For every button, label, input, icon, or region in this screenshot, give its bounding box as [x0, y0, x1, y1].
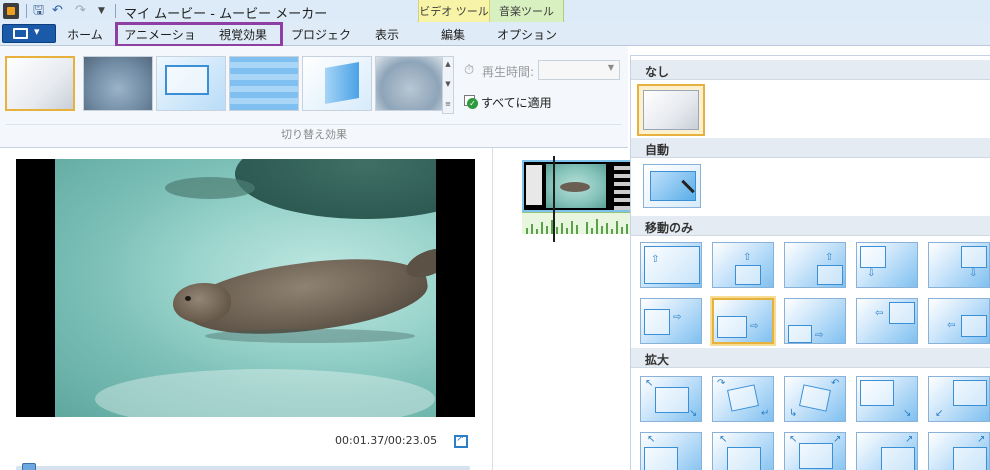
section-label: 自動: [645, 143, 670, 157]
chevron-down-icon: ▾: [34, 25, 40, 38]
window-title: マイ ムービー - ムービー メーカー: [124, 7, 328, 22]
ribbon-group-label: 切り替え効果: [281, 128, 347, 141]
video-clip[interactable]: [522, 160, 632, 212]
section-label: なし: [645, 65, 670, 79]
effect-pan-right[interactable]: ⇨: [640, 298, 702, 344]
gallery-scrollbar[interactable]: ▲ ▼ ≡: [442, 56, 454, 114]
effect-zoom-out-top-left[interactable]: ↖ ↗: [784, 432, 846, 470]
effect-pan-up-left[interactable]: ⇧: [712, 242, 774, 288]
fullscreen-icon[interactable]: [454, 433, 468, 448]
playhead[interactable]: [553, 156, 555, 242]
title-bar: 🖫 ↶ ↷ ▼ マイ ムービー - ムービー メーカー ビデオ ツール 音楽ツー…: [0, 0, 990, 22]
seek-bar[interactable]: [16, 466, 470, 470]
video-frame-image: [55, 159, 436, 417]
clip-thumbnail-subject: [560, 182, 590, 192]
effects-gallery-panel: なし 自動 移動のみ ⇧ ⇧ ⇧ ⇩ ⇩ ⇨ ⇨ ⇨ ⇦ ⇦ 拡大 ↖ ↘ ↷ …: [630, 55, 990, 470]
effect-zoom-in-bottom-left[interactable]: ↖: [640, 432, 702, 470]
apply-all-icon[interactable]: [464, 95, 478, 109]
apply-all-button[interactable]: すべてに適用: [481, 94, 552, 111]
section-header-auto: 自動: [631, 138, 990, 158]
context-band-music-tools: 音楽ツール: [490, 0, 564, 22]
section-label: 拡大: [645, 353, 670, 367]
audio-waveform[interactable]: [522, 212, 632, 234]
divider: [6, 124, 622, 125]
transition-none-thumb[interactable]: [5, 56, 75, 111]
transition-dissolve-thumb[interactable]: [375, 56, 445, 111]
scroll-down-icon[interactable]: ▼: [443, 77, 453, 91]
effect-pan-up[interactable]: ⇧: [640, 242, 702, 288]
separator: [26, 4, 27, 18]
separator: [115, 4, 116, 18]
effect-pan-left-down[interactable]: ⇦: [928, 298, 990, 344]
effect-pan-left[interactable]: ⇦: [856, 298, 918, 344]
menu-icon: [13, 28, 28, 39]
effect-zoom-in-top-left[interactable]: ↘: [856, 376, 918, 422]
scroll-up-icon[interactable]: ▲: [443, 57, 453, 71]
effect-zoom-rotate-left[interactable]: ↶ ↳: [784, 376, 846, 422]
undo-icon[interactable]: ↶: [52, 3, 63, 19]
save-icon[interactable]: 🖫: [33, 3, 44, 19]
effect-zoom-in-top-right[interactable]: ↙: [928, 376, 990, 422]
ribbon-tab-row: ▾ ホーム アニメーション 視覚効果 プロジェクト 表示 編集 オプション: [0, 22, 990, 59]
section-header-pan-only: 移動のみ: [631, 216, 990, 236]
transition-mosaic-thumb[interactable]: [229, 56, 299, 111]
effect-pan-right-selected[interactable]: ⇨: [712, 298, 774, 344]
gallery-more-icon[interactable]: ≡: [443, 97, 453, 111]
effect-pan-down-right[interactable]: ⇩: [928, 242, 990, 288]
effect-zoom-in[interactable]: ↖ ↘: [640, 376, 702, 422]
app-icon[interactable]: [3, 3, 19, 19]
section-label: 移動のみ: [645, 221, 694, 235]
tab-highlight-annotation: [115, 22, 283, 47]
redo-icon[interactable]: ↷: [75, 3, 86, 19]
context-band-video-tools: ビデオ ツール: [418, 0, 490, 22]
dropdown-arrow-icon[interactable]: ▼: [98, 3, 105, 19]
video-preview[interactable]: [16, 159, 475, 417]
movie-maker-window: 🖫 ↶ ↷ ▼ マイ ムービー - ムービー メーカー ビデオ ツール 音楽ツー…: [0, 0, 990, 470]
effect-zoom-out-top-right[interactable]: ↗: [856, 432, 918, 470]
effect-zoom-in-bottom[interactable]: ↖: [712, 432, 774, 470]
tab-view[interactable]: 表示: [364, 26, 410, 46]
transition-flip-thumb[interactable]: [302, 56, 372, 111]
section-header-zoom: 拡大: [631, 348, 990, 368]
effect-pan-right-down[interactable]: ⇨: [784, 298, 846, 344]
tab-home[interactable]: ホーム: [62, 26, 108, 46]
duration-dropdown[interactable]: ▼: [538, 60, 620, 80]
tab-project[interactable]: プロジェクト: [290, 26, 352, 59]
seek-thumb[interactable]: [22, 463, 36, 470]
effect-pan-up-right[interactable]: ⇧: [784, 242, 846, 288]
transition-zoom-thumb[interactable]: [156, 56, 226, 111]
effect-zoom-rotate-right[interactable]: ↷ ↵: [712, 376, 774, 422]
preview-pane: 00:01.37/00:23.05: [0, 148, 492, 470]
tab-options[interactable]: オプション: [496, 26, 558, 46]
effect-none[interactable]: [637, 84, 705, 136]
transition-crossfade-thumb[interactable]: [83, 56, 153, 111]
duration-label: 再生時間:: [482, 65, 535, 79]
effect-pan-down[interactable]: ⇩: [856, 242, 918, 288]
tab-edit[interactable]: 編集: [422, 26, 484, 46]
file-menu-button[interactable]: ▾: [2, 24, 56, 43]
chevron-down-icon: ▼: [607, 63, 614, 72]
playback-time: 00:01.37/00:23.05: [335, 434, 438, 447]
ribbon-transitions-group: ▲ ▼ ≡ ⏱ 再生時間: ▼ すべてに適用 切り替え効果: [0, 46, 628, 148]
clock-icon: ⏱: [464, 63, 475, 78]
effect-zoom-out-corner[interactable]: ↗: [928, 432, 990, 470]
storyboard: [493, 148, 633, 470]
transitions-gallery: [5, 56, 445, 118]
video-tools-label: ビデオ ツール: [419, 5, 489, 18]
music-tools-label: 音楽ツール: [499, 5, 554, 18]
section-header-none: なし: [631, 60, 990, 80]
effect-auto[interactable]: [643, 164, 701, 208]
